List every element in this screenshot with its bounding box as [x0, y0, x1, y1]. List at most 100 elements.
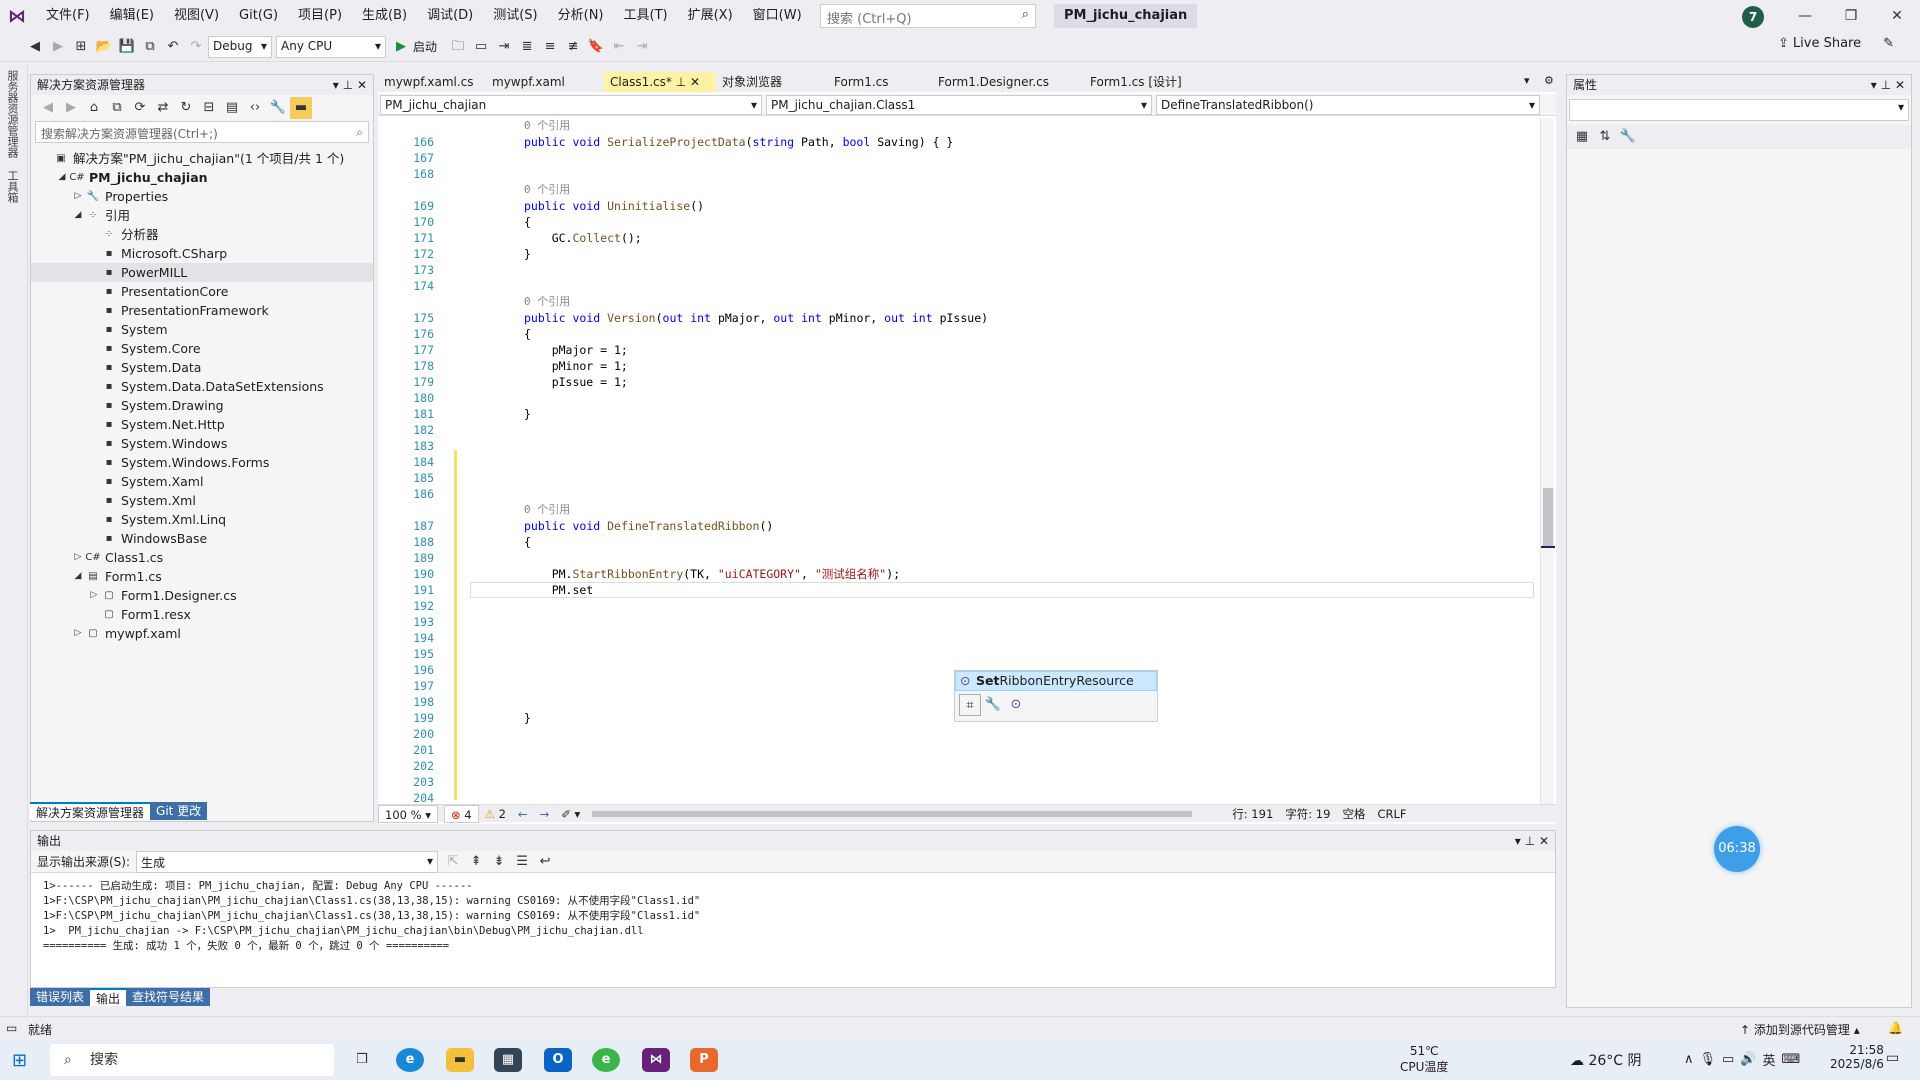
- next-bookmark-icon[interactable]: ⇥: [631, 36, 653, 58]
- filter-all-icon[interactable]: ⌗: [959, 694, 981, 716]
- step-icon[interactable]: ⇥: [493, 36, 515, 58]
- show-all-files-icon[interactable]: ▤: [221, 97, 243, 119]
- menu-item[interactable]: 窗口(W): [743, 0, 812, 32]
- tree-item[interactable]: ▪ Microsoft.CSharp: [31, 244, 373, 263]
- menu-item[interactable]: 扩展(X): [678, 0, 743, 32]
- uncomment-icon[interactable]: ≢: [562, 36, 584, 58]
- tree-item[interactable]: ▪ System: [31, 320, 373, 339]
- document-tab[interactable]: mywpf.xaml.cs: [378, 72, 486, 92]
- platform-select[interactable]: Any CPU ▾: [276, 35, 386, 58]
- menu-item[interactable]: 文件(F): [36, 0, 100, 32]
- tab-output[interactable]: 输出: [90, 988, 127, 1006]
- close-icon[interactable]: ✕: [357, 78, 367, 92]
- references-count[interactable]: 0 个引用: [524, 118, 570, 134]
- next-message-icon[interactable]: ⇟: [488, 851, 510, 873]
- file-explorer-icon[interactable]: ▬: [446, 1048, 474, 1072]
- notification-center-icon[interactable]: ▭: [1886, 1050, 1899, 1066]
- filter-property-icon[interactable]: 🔧: [982, 694, 1004, 716]
- expand-arrow-icon[interactable]: ▷: [71, 548, 85, 567]
- menu-item[interactable]: 项目(P): [288, 0, 352, 32]
- references-count[interactable]: 0 个引用: [524, 182, 570, 198]
- tree-item[interactable]: ▪ System.Drawing: [31, 396, 373, 415]
- filter-method-icon[interactable]: ⊙: [1005, 694, 1027, 716]
- dropdown-icon[interactable]: ▾: [1871, 78, 1877, 92]
- floating-timer[interactable]: 06:38: [1714, 826, 1760, 872]
- menu-item[interactable]: 视图(V): [164, 0, 229, 32]
- edge-icon[interactable]: e: [396, 1048, 424, 1072]
- solution-search-input[interactable]: 搜索解决方案资源管理器(Ctrl+;) ⌕: [35, 121, 369, 143]
- document-tab[interactable]: Class1.cs* ⊥ ✕: [604, 72, 716, 92]
- close-button[interactable]: ✕: [1874, 0, 1920, 32]
- alphabetical-icon[interactable]: ⇅: [1594, 126, 1616, 148]
- close-icon[interactable]: ✕: [1539, 834, 1549, 848]
- switch-views-icon[interactable]: ⧉: [106, 97, 128, 119]
- project-nav-select[interactable]: PM_jichu_chajian ▾: [380, 95, 762, 115]
- chevron-up-icon[interactable]: ∧: [1684, 1052, 1694, 1067]
- tree-item[interactable]: ▪ System.Xaml: [31, 472, 373, 491]
- prev-bookmark-icon[interactable]: ⇤: [608, 36, 630, 58]
- tree-item[interactable]: ▪ PresentationFramework: [31, 301, 373, 320]
- output-source-select[interactable]: 生成 ▾: [136, 850, 439, 873]
- menu-item[interactable]: 调试(D): [417, 0, 483, 32]
- expand-arrow-icon[interactable]: ▷: [71, 624, 85, 643]
- properties-object-select[interactable]: ▾: [1569, 99, 1909, 121]
- close-icon[interactable]: ✕: [1895, 78, 1905, 92]
- refresh-icon[interactable]: ↻: [175, 97, 197, 119]
- tree-item[interactable]: ▷ ▢ mywpf.xaml: [31, 624, 373, 643]
- document-tab[interactable]: Form1.cs: [828, 72, 932, 92]
- type-nav-select[interactable]: PM_jichu_chajian.Class1 ▾: [766, 95, 1152, 115]
- comment-icon[interactable]: ≡: [539, 36, 561, 58]
- tree-item[interactable]: ▷ C# Class1.cs: [31, 548, 373, 567]
- volume-icon[interactable]: 🔊: [1740, 1052, 1756, 1067]
- code-lens[interactable]: 0 个引用: [378, 294, 1538, 310]
- tree-item[interactable]: ▷ 🔧 Properties: [31, 187, 373, 206]
- tree-item[interactable]: ▷ ▢ Form1.Designer.cs: [31, 586, 373, 605]
- save-all-icon[interactable]: ⧉: [139, 36, 161, 58]
- prev-message-icon[interactable]: ⇞: [465, 851, 487, 873]
- sync-icon[interactable]: ⇄: [152, 97, 174, 119]
- zoom-select[interactable]: 100 % ▾: [378, 804, 438, 823]
- code-lens[interactable]: 0 个引用: [378, 182, 1538, 198]
- menu-item[interactable]: Git(G): [229, 0, 288, 32]
- bookmark-icon[interactable]: 🔖: [585, 36, 607, 58]
- member-nav-select[interactable]: DefineTranslatedRibbon() ▾: [1156, 95, 1540, 115]
- outlook-icon[interactable]: O: [544, 1048, 572, 1072]
- document-tab[interactable]: mywpf.xaml: [486, 72, 604, 92]
- eol-indicator[interactable]: CRLF: [1371, 805, 1412, 823]
- visual-studio-logo-icon[interactable]: ⋈: [8, 6, 30, 27]
- live-share-button[interactable]: ⇪ Live Share ✎: [1778, 36, 1894, 51]
- back-icon[interactable]: ◀: [37, 97, 59, 119]
- tab-error-list[interactable]: 错误列表: [30, 988, 91, 1006]
- tree-item[interactable]: ▣ 解决方案"PM_jichu_chajian"(1 个项目/共 1 个): [31, 149, 373, 168]
- restore-button[interactable]: ❐: [1828, 0, 1874, 32]
- folder-icon[interactable]: 🗀: [447, 36, 469, 58]
- screen-icon[interactable]: ▭: [470, 36, 492, 58]
- tree-item[interactable]: ▪ WindowsBase: [31, 529, 373, 548]
- menu-item[interactable]: 测试(S): [483, 0, 547, 32]
- tree-item[interactable]: ⁘ 分析器: [31, 225, 373, 244]
- property-pages-icon[interactable]: 🔧: [1617, 126, 1639, 148]
- home-icon[interactable]: ⌂: [83, 97, 105, 119]
- configuration-select[interactable]: Debug ▾: [208, 35, 272, 58]
- tree-item[interactable]: ▪ System.Xml.Linq: [31, 510, 373, 529]
- find-message-icon[interactable]: ⇱: [442, 851, 464, 873]
- code-lens[interactable]: 0 个引用: [378, 502, 1538, 518]
- pin-icon[interactable]: ⊥: [1881, 78, 1891, 92]
- tree-item[interactable]: ▪ System.Windows.Forms: [31, 453, 373, 472]
- toolbox-tab[interactable]: 工具箱: [0, 164, 24, 209]
- forward-icon[interactable]: ▶: [60, 97, 82, 119]
- ime-indicator[interactable]: 英: [1763, 1050, 1776, 1069]
- references-count[interactable]: 0 个引用: [524, 502, 570, 518]
- undo-icon[interactable]: ↶: [162, 36, 184, 58]
- close-icon[interactable]: ⊥ ✕: [672, 75, 700, 89]
- new-project-icon[interactable]: ⊞: [70, 36, 92, 58]
- search-input[interactable]: 搜索 (Ctrl+Q) ⌕: [820, 4, 1036, 28]
- server-explorer-tab[interactable]: 服务器资源管理器: [0, 64, 24, 164]
- visual-studio-taskbar-icon[interactable]: ⋈: [642, 1048, 670, 1072]
- task-view-icon[interactable]: ❒: [348, 1048, 376, 1072]
- source-control-button[interactable]: ↑ 添加到源代码管理 ▴: [1740, 1021, 1860, 1038]
- errors-indicator[interactable]: ⊗ 4: [444, 804, 479, 823]
- start-button[interactable]: 启动: [413, 38, 437, 55]
- scrollbar-thumb[interactable]: [592, 810, 1193, 817]
- cpu-temp-widget[interactable]: 51℃ CPU温度: [1400, 1044, 1448, 1075]
